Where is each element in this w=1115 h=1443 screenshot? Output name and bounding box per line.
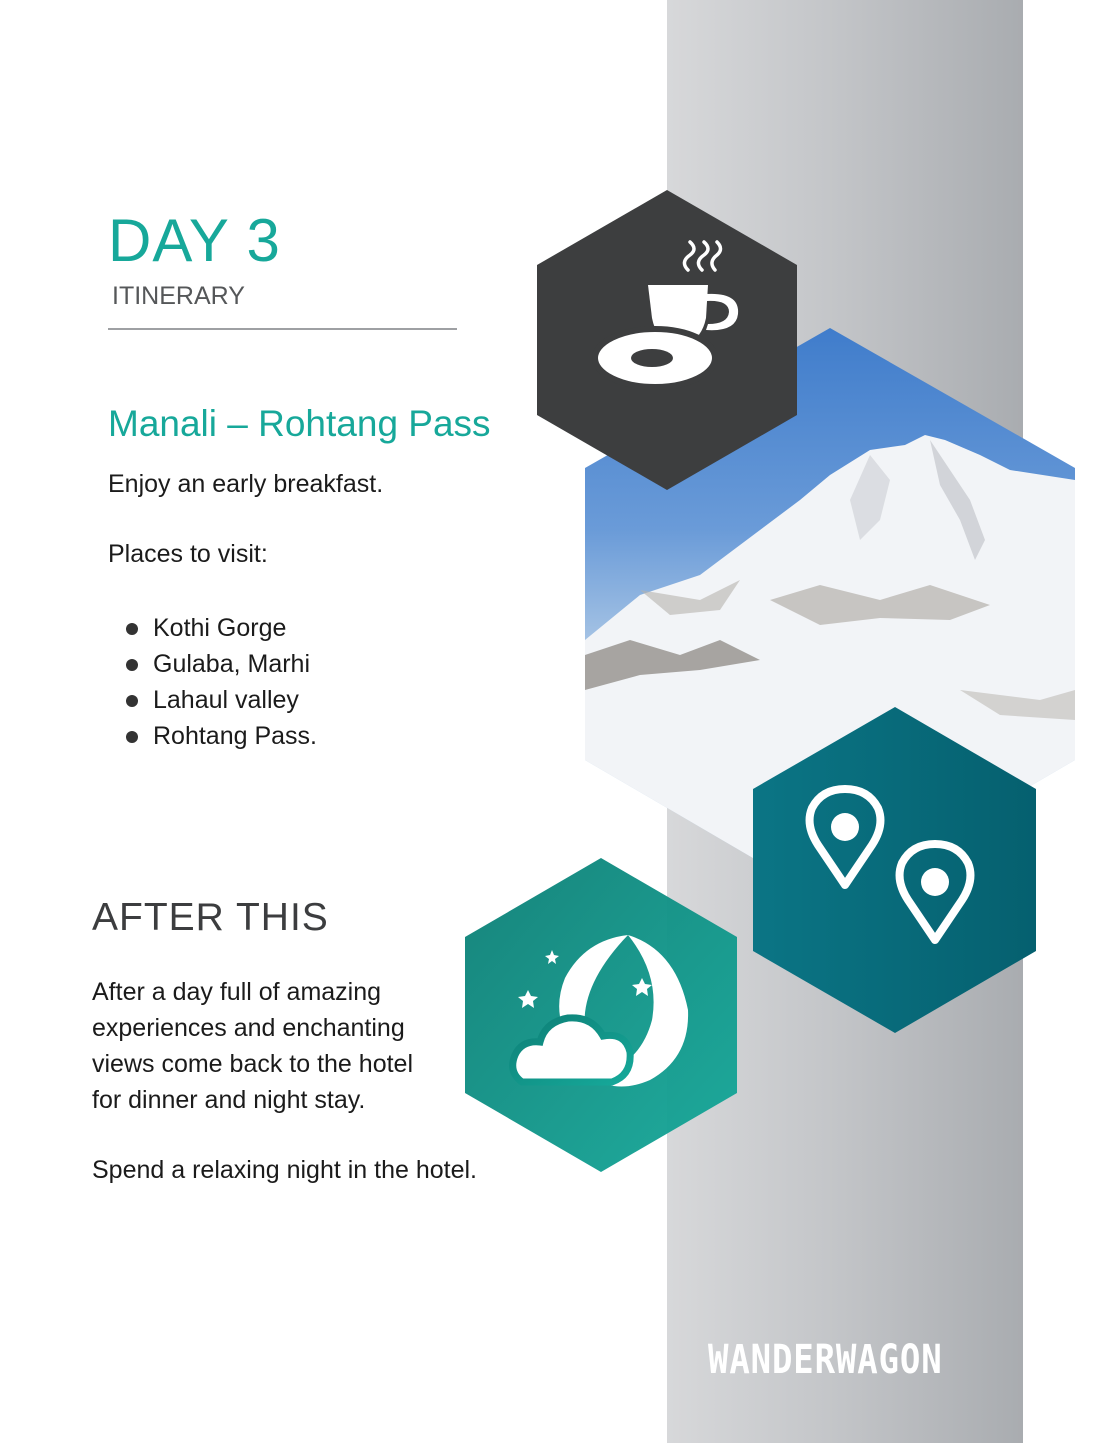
hexagon-graphics	[465, 190, 1075, 1172]
night-hexagon	[465, 858, 737, 1172]
brand-logo: WANDERWAGON	[708, 1337, 943, 1383]
